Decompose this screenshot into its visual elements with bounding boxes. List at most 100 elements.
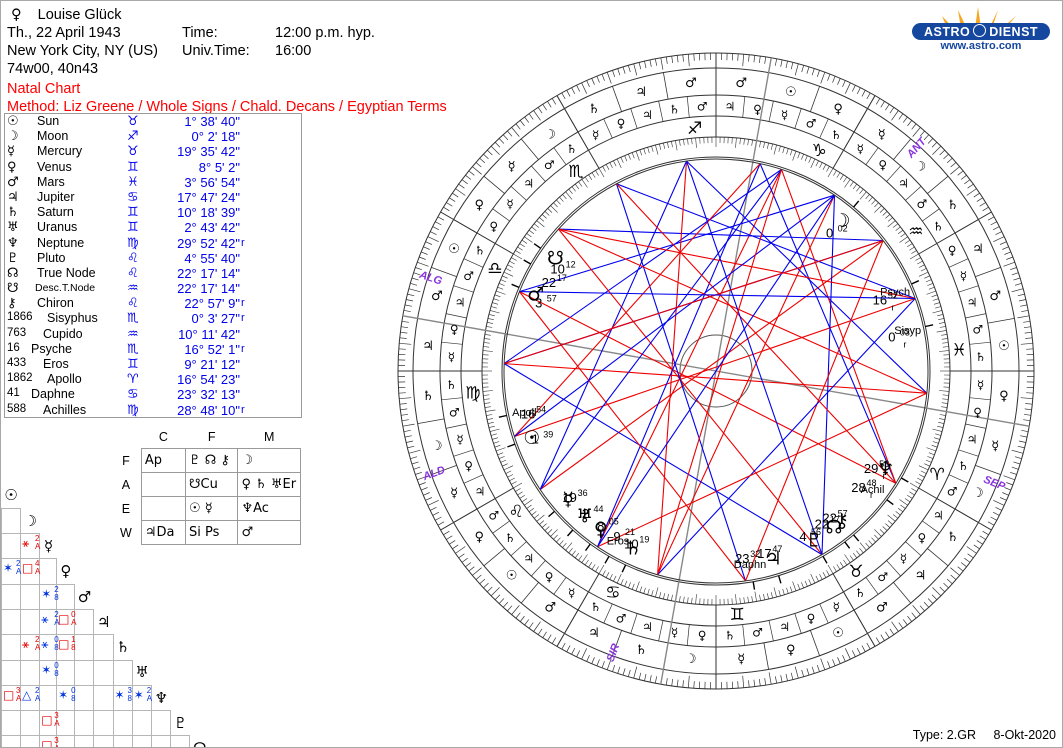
term-glyph: ♄ — [446, 378, 457, 392]
planet-name: Eros — [43, 357, 69, 371]
aspect-cell — [19, 583, 41, 610]
asteroid-number: 1862 — [7, 372, 33, 385]
sign-glyph: ♊ — [127, 159, 139, 175]
aspect-cell — [39, 558, 58, 585]
retrograde-marker: r — [241, 312, 245, 325]
decan-glyph: ☿ — [508, 160, 516, 175]
sign-glyph: ♏ — [127, 341, 139, 357]
term-glyph: ♀ — [878, 158, 887, 172]
decan-glyph: ☽ — [915, 160, 927, 175]
decan-glyph: ♂ — [989, 289, 1001, 304]
planet-row: 433 Eros ♊ 9° 21' 12" — [5, 357, 301, 372]
aspect-grid-diagonal-label: ♅ — [135, 663, 149, 682]
term-glyph: ♃ — [933, 508, 944, 522]
decan-glyph: ☽ — [431, 439, 443, 454]
planet-row: 41 Daphne ♋ 23° 32' 13" — [5, 387, 301, 402]
term-glyph: ♀ — [698, 629, 707, 643]
planet-row: ♂ Mars ♓ 3° 56' 54" — [5, 175, 301, 190]
term-glyph: ☿ — [960, 269, 967, 283]
decan-glyph: ♀ — [786, 643, 796, 658]
planet-positions-table: ☉ Sun ♉ 1° 38' 40" ☽ Moon ♐ 0° 2' 18" ☿ Mercury ♉ 1… — [4, 113, 302, 418]
term-glyph: ♀ — [450, 323, 459, 337]
aspect-cell — [19, 608, 41, 636]
planet-glyph: ♄ — [7, 205, 19, 221]
wheel-minute: 02 — [838, 224, 848, 234]
planet-name: Sisyphus — [47, 311, 98, 326]
aspect-cell — [93, 634, 114, 661]
planet-position: 22° 17' 14" — [177, 281, 240, 297]
sign-glyph: ♌ — [127, 296, 139, 312]
term-glyph: ☿ — [833, 600, 840, 614]
planet-row: ☊ True Node ♌ 22° 17' 14" — [5, 266, 301, 281]
aspect-cell — [112, 735, 133, 747]
person-name: Louise Glück — [37, 7, 122, 23]
planet-glyph: ♀ — [7, 159, 17, 175]
birth-place: New York City, NY (US) — [7, 43, 158, 59]
aspect-cell: □3A — [1, 684, 21, 712]
decan-glyph: ♂ — [544, 601, 556, 616]
aspect-cell — [151, 710, 172, 737]
sign-glyph: ♉ — [127, 114, 139, 129]
aspect-cell — [93, 735, 114, 747]
sign-glyph: ♋ — [127, 189, 139, 205]
aspect-cell — [74, 608, 95, 636]
wheel-degree: 2 — [582, 506, 589, 521]
logo-wordmark: ASTRO DIENST — [912, 23, 1050, 40]
aspect-cell: □3A — [39, 735, 60, 747]
zodiac-sign-glyph: ♓ — [951, 341, 966, 361]
aspect-cell — [56, 659, 76, 686]
aspect-cell — [19, 659, 41, 686]
term-glyph: ♂ — [488, 508, 499, 522]
planet-glyph: ☉ — [7, 114, 19, 129]
sign-glyph: ♐ — [127, 129, 139, 145]
aspect-cell — [56, 710, 76, 737]
aspect-cell — [1, 735, 21, 747]
aspect-cell — [170, 735, 191, 747]
zodiac-sign-glyph: ♉ — [848, 562, 863, 582]
planet-name: Sun — [37, 114, 60, 128]
sign-glyph: ♊ — [127, 205, 139, 221]
gender-icon: ♀ — [11, 7, 22, 23]
term-glyph: ☿ — [857, 142, 864, 156]
decan-glyph: ♄ — [422, 389, 434, 404]
aspect-cell: ✶ 0 8 — [56, 684, 76, 712]
aspect-grid-diagonal-label: ☉ — [4, 486, 18, 505]
retrograde-marker: r — [241, 236, 245, 249]
chart-type: Natal Chart — [7, 81, 81, 97]
aspect-cell — [19, 710, 41, 737]
wheel-degree: 23 — [735, 551, 749, 566]
aspect-cell — [1, 659, 21, 686]
planet-position: 22° 57' 9" — [184, 296, 240, 312]
term-glyph: ☿ — [671, 626, 678, 640]
footer-date: 8-Okt-2020 — [993, 728, 1056, 742]
aspect-grid-diagonal-label: ☊ — [190, 736, 209, 747]
planet-name: Desc.T.Node — [35, 282, 96, 295]
wheel-minute: 19 — [639, 535, 649, 545]
aspect-cell: ✶ 3 8 — [112, 684, 133, 712]
planet-glyph: ☋ — [7, 281, 19, 297]
planet-name: Psyche — [31, 341, 72, 356]
planet-name: Apollo — [47, 372, 82, 387]
wheel-minute: 05 — [609, 517, 619, 527]
fixed-star-label: ALG — [417, 269, 444, 288]
planet-row: ♇ Pluto ♌ 4° 55' 40" — [5, 251, 301, 266]
wheel-degree: 22 — [822, 511, 836, 526]
sign-glyph: ♒ — [127, 281, 139, 297]
aspect-cell — [56, 583, 76, 610]
planet-position: 4° 55' 40" — [184, 250, 240, 266]
wheel-minute: 47 — [772, 544, 782, 554]
aspect-cell — [39, 684, 58, 712]
decan-glyph: ♂ — [685, 76, 697, 91]
planet-row: 1862 Apollo ♈ 16° 54' 23" — [5, 372, 301, 387]
planet-position: 16° 54' 23" — [177, 372, 240, 388]
sign-glyph: ♒ — [127, 326, 139, 342]
asteroid-number: 16 — [7, 341, 20, 354]
logo-text-astro: ASTRO — [923, 25, 971, 39]
decan-glyph: ♀ — [999, 389, 1009, 404]
wheel-degree: 1 — [532, 432, 539, 447]
term-glyph: ♂ — [947, 484, 958, 498]
term-glyph: ♄ — [669, 102, 680, 116]
decan-glyph: ♃ — [915, 568, 927, 583]
zodiac-sign-glyph: ♍ — [465, 383, 480, 403]
planet-glyph: ♆ — [7, 235, 19, 251]
